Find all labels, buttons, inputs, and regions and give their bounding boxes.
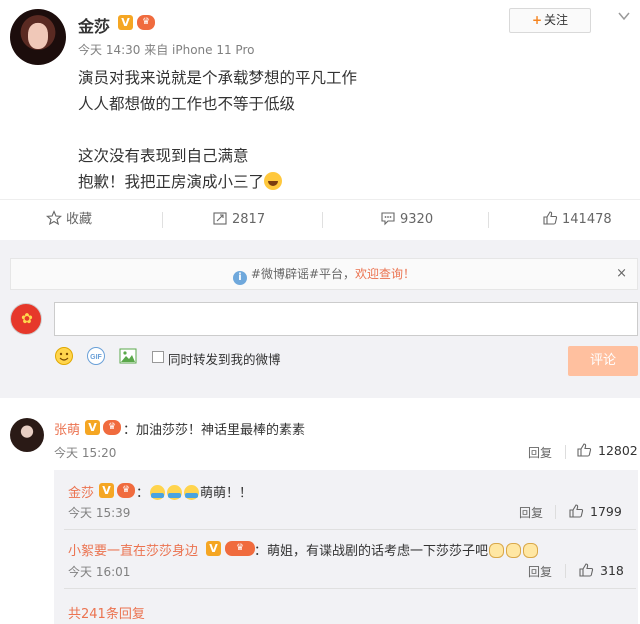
repost-checkbox[interactable] [152,351,164,363]
member-crown-icon: ♛ [103,420,121,435]
hug-emoji-icon [167,485,183,500]
repost-icon [213,212,227,225]
member-crown-icon: ♛ [117,483,135,498]
repost-count: 2817 [232,212,266,227]
repost-checkbox-label: 同时转发到我的微博 [168,352,281,367]
cat-emoji-icon [523,543,539,558]
rumor-notice-bar: i #微博辟谣#平台，欢迎查询！ × [10,258,638,290]
divider [64,529,636,530]
notice-text: #微博辟谣#平台， [250,267,356,281]
commenter-name[interactable]: 张萌 [54,419,80,438]
reply-text-content: 萌萌！！ [200,486,253,501]
post-line-2: 人人都想做的工作也不等于低级 [78,95,296,113]
divider [64,588,636,589]
svg-text:GIF: GIF [90,354,102,361]
follow-label: 关注 [544,13,569,27]
comment-input[interactable] [54,302,638,336]
thumbs-up-icon [577,443,592,457]
hug-emoji-icon [184,485,200,500]
reply-button[interactable]: 回复 [528,563,552,580]
reply-like-button[interactable]: 1799 [568,503,622,519]
reply-author-name[interactable]: 金莎 [68,482,94,501]
avatar-face [28,23,48,49]
commenter-avatar[interactable] [10,418,44,452]
post-line-3: 这次没有表现到自己满意 [78,147,249,165]
notice-link[interactable]: 欢迎查询！ [355,267,415,281]
favorite-label: 收藏 [66,212,93,227]
divider [565,445,566,459]
comment-like-button[interactable]: 12802 [576,442,638,458]
author-avatar[interactable] [10,9,66,65]
thumbs-up-icon [543,211,558,225]
image-icon[interactable] [118,346,138,366]
view-all-replies-link[interactable]: 共241条回复 [68,603,145,622]
verified-badge-icon: V [99,483,114,498]
avatar-glyph: ✿ [21,311,33,327]
post-line-4-text: 抱歉！我把正房演成小三了 [78,173,265,191]
verified-badge-icon: V [206,541,221,556]
divider [488,212,489,228]
favorite-button[interactable]: 收藏 [45,200,93,240]
cat-emoji-icon [506,543,522,558]
author-name[interactable]: 金莎 [78,13,110,37]
follow-button[interactable]: + 关注 [509,8,591,33]
reply-button[interactable]: 回复 [528,444,552,461]
comment-text: ：加油莎莎！神话里最棒的素素 [123,423,306,438]
post-meta: 今天 14:30 来自 iPhone 11 Pro [78,43,255,57]
emoji-icon[interactable] [54,346,74,366]
close-icon[interactable]: × [616,259,627,289]
reply-like-button[interactable]: 318 [578,562,624,578]
laugh-emoji-icon [264,172,283,190]
divider [565,564,566,578]
divider [322,212,323,228]
cat-emoji-icon [489,543,505,558]
reply-author-name[interactable]: 小絮要一直在莎莎身边 [68,540,198,559]
star-icon [45,210,63,226]
post-line-1: 演员对我来说就是个承载梦想的平凡工作 [78,69,358,87]
reply-button[interactable]: 回复 [519,504,543,521]
info-icon: i [232,271,247,285]
verified-badge-icon: V [118,15,133,30]
reply-text: ：萌姐，有谍战剧的话考虑一下莎莎子吧 [254,540,539,559]
replies-box: 金莎 V ♛ ：萌萌！！ 今天 15:39 回复 1799 小絮要一直在莎莎身边… [54,470,638,624]
reply-time: 今天 16:01 [68,565,131,579]
thumbs-up-icon [579,563,594,577]
divider [555,505,556,519]
submit-comment-button[interactable]: 评论 [568,346,638,376]
my-avatar[interactable]: ✿ [10,303,42,335]
post-action-bar: 收藏 2817 9320 141478 [0,199,640,239]
thumbs-up-icon [569,504,584,518]
verified-badge-icon: V [85,420,100,435]
reply-like-count: 318 [600,563,624,578]
comment-icon [381,212,395,226]
comment-button[interactable]: 9320 [380,200,433,240]
post-line-4: 抱歉！我把正房演成小三了 [78,170,283,192]
reply-time: 今天 15:39 [68,506,131,520]
comment-section: i #微博辟谣#平台，欢迎查询！ × ✿ GIF 同时转发到我的微博 评论 [0,240,640,398]
member-crown-icon: ♛ [137,15,155,30]
plus-icon: + [531,13,543,27]
divider [162,212,163,228]
member-crown-icon: ♛ [225,541,255,556]
repost-button[interactable]: 2817 [212,200,265,240]
reply-text: ：萌萌！！ [136,485,253,501]
comment-count: 9320 [400,212,434,227]
reply-text-content: ：萌姐，有谍战剧的话考虑一下莎莎子吧 [254,544,489,559]
comment-time: 今天 15:20 [54,446,117,460]
hug-emoji-icon [150,485,166,500]
like-button[interactable]: 141478 [542,200,612,240]
chevron-down-icon[interactable] [618,10,630,22]
gif-icon[interactable]: GIF [86,346,106,366]
like-count: 141478 [562,212,612,227]
reply-like-count: 1799 [590,504,622,519]
comment-like-count: 12802 [598,443,638,458]
